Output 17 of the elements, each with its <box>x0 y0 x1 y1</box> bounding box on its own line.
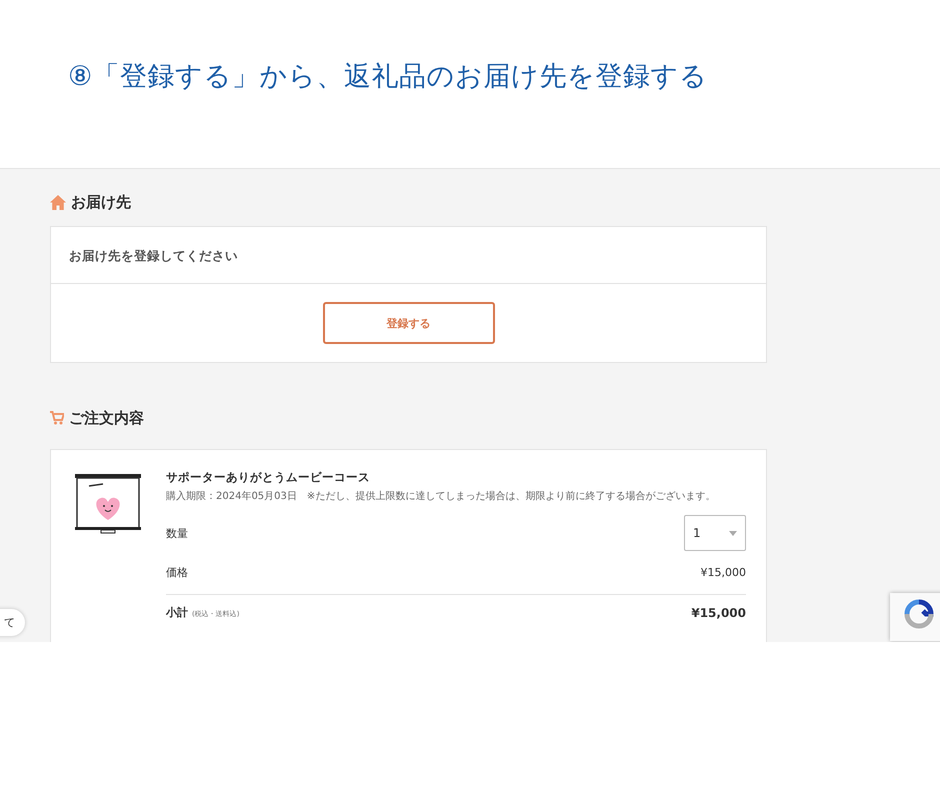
delivery-message: お届け先を登録してください <box>69 248 238 263</box>
section-title: お届け先 <box>71 192 131 212</box>
home-icon <box>50 194 66 210</box>
page-heading: ⑧「登録する」から、返礼品のお届け先を登録する <box>68 60 708 94</box>
price-value: ¥15,000 <box>700 566 746 579</box>
caret-icon <box>729 530 737 536</box>
product-name: サポーターありがとうムービーコース <box>166 470 371 485</box>
purchase-deadline: 購入期限：2024年05月03日 ※ただし、提供上限数に達してしまった場合は、期限より前に終了する場合がございます。 <box>166 490 716 503</box>
section-title: ご注文内容 <box>69 408 144 428</box>
subtotal-label: 小計 <box>166 605 188 620</box>
quantity-label: 数量 <box>166 526 188 540</box>
captcha-icon <box>904 599 934 629</box>
subtotal-value: ¥15,000 <box>691 606 746 620</box>
side-tab[interactable]: て <box>0 609 25 636</box>
cart-icon <box>50 411 64 425</box>
price-label: 価格 <box>166 565 188 580</box>
quantity-select[interactable]: 1 <box>684 515 746 551</box>
